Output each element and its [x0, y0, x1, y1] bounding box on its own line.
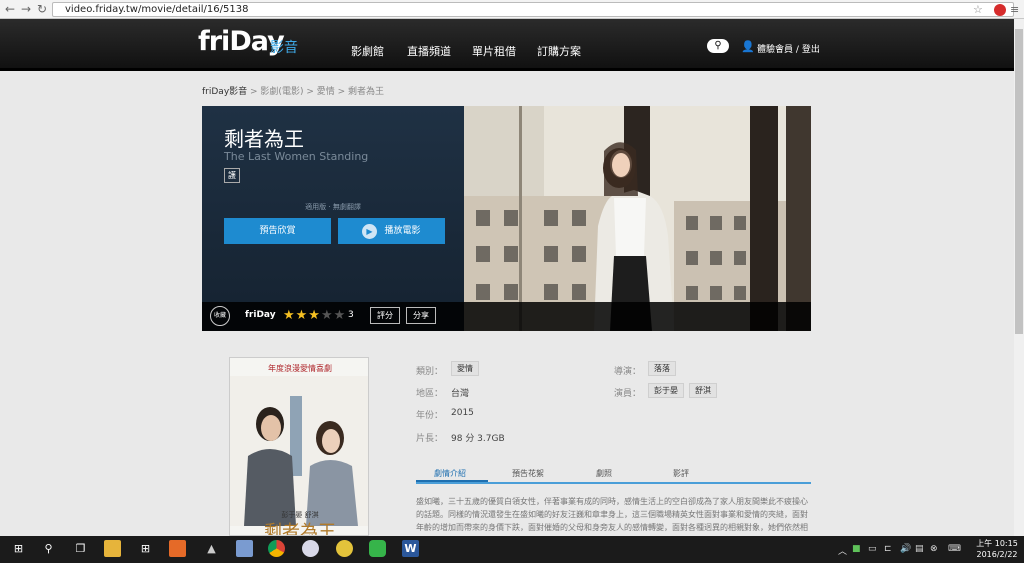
movie-poster: 年度浪漫愛情喜劇 彭于晏 舒淇 剩者為王	[229, 357, 369, 536]
search-icon[interactable]: ⚲	[707, 39, 729, 53]
url-text[interactable]: video.friday.tw/movie/detail/16/5138	[65, 3, 248, 16]
breadcrumb-romance[interactable]: > 愛情	[306, 87, 334, 97]
network-app-icon[interactable]: ▲	[203, 540, 220, 557]
play-movie-button[interactable]: ▶ 播放電影	[338, 218, 445, 244]
star-rating: ★★★★★	[283, 308, 346, 323]
director-label: 導演：	[614, 367, 642, 377]
word-icon[interactable]: W	[402, 540, 419, 557]
chat-app-icon[interactable]	[336, 540, 353, 557]
logo-sub[interactable]: 影音	[270, 37, 298, 57]
genre-label: 類別：	[416, 367, 444, 377]
network-icon[interactable]: ⊏	[884, 544, 892, 554]
genre-tag[interactable]: 愛情	[451, 361, 479, 376]
address-bar[interactable]: video.friday.tw/movie/detail/16/5138 ☆ ≡	[52, 2, 1019, 17]
site-header: friDay 影音 影劇館 直播頻道 單片租借 訂購方案 ⚲ 👤 體驗會員 / …	[0, 19, 1014, 71]
nav-plans[interactable]: 訂購方案	[537, 43, 581, 59]
clock-time: 上午 10:15	[976, 539, 1018, 548]
clock[interactable]: 上午 10:15 2016/2/22	[974, 538, 1020, 560]
director-tag[interactable]: 落落	[648, 361, 676, 376]
breadcrumb-home[interactable]: friDay影音	[202, 87, 247, 97]
movie-still-image	[464, 106, 811, 331]
member-link[interactable]: 體驗會員	[757, 45, 793, 55]
user-menu: 體驗會員 / 登出	[757, 42, 820, 55]
nav-live[interactable]: 直播頻道	[407, 43, 451, 59]
stars-empty: ★★	[320, 308, 347, 323]
movie-hero: 剩者為王 The Last Women Standing 護 適用版 · 無劇翻…	[202, 106, 811, 331]
browser-toolbar: ← → ↻ video.friday.tw/movie/detail/16/51…	[0, 0, 1024, 19]
poster-tagline: 年度浪漫愛情喜劇	[268, 364, 332, 373]
nav-rental[interactable]: 單片租借	[472, 43, 516, 59]
poster-title: 剩者為王	[264, 522, 336, 536]
cast-label: 演員：	[614, 389, 642, 399]
friday-brand: friDay	[245, 310, 276, 320]
close-icon[interactable]: ⊗	[930, 544, 938, 554]
windows-taskbar: ⊞ ⚲ ❐ ⊞ ▲ W ︿ ■ ▭ ⊏ 🔊 ▤ ⊗ ⌨ 上午 10:15 201…	[0, 536, 1024, 563]
synopsis-text: 盛如曦，三十五歲的優質白領女性，伴著事業有成的同時，感情生活上的空白卻成為了家人…	[416, 497, 808, 532]
search-icon[interactable]: ⚲	[40, 540, 57, 557]
volume-icon[interactable]: 🔊	[900, 544, 911, 554]
breadcrumb: friDay影音 > 影劇(電影) > 愛情 > 剩者為王	[202, 84, 384, 97]
menu-icon[interactable]: ≡	[1010, 3, 1019, 16]
document-app-icon[interactable]	[236, 540, 253, 557]
media-player-icon[interactable]	[169, 540, 186, 557]
task-view-icon[interactable]: ❐	[72, 540, 89, 557]
breadcrumb-current: > 剩者為王	[337, 87, 385, 97]
user-icon: 👤	[741, 40, 755, 53]
store-icon[interactable]: ⊞	[137, 540, 154, 557]
cast-tag[interactable]: 舒淇	[689, 383, 717, 398]
favorite-button[interactable]: 收藏	[210, 306, 230, 326]
battery-icon[interactable]: ▭	[868, 544, 877, 554]
file-explorer-icon[interactable]	[104, 540, 121, 557]
keyboard-icon[interactable]: ⌨	[948, 544, 961, 554]
notification-icon[interactable]: ▤	[915, 544, 924, 554]
tab-trailers[interactable]: 預告花絮	[512, 468, 544, 479]
nav-drama[interactable]: 影劇館	[351, 43, 384, 59]
separator: /	[795, 45, 799, 55]
back-icon[interactable]: ←	[3, 2, 17, 16]
rating-badge: 護	[224, 168, 240, 183]
rate-button[interactable]: 評分	[370, 307, 400, 324]
hero-info-panel: 剩者為王 The Last Women Standing 護 適用版 · 無劇翻…	[202, 106, 464, 331]
tab-stills[interactable]: 劇照	[596, 468, 612, 479]
subtitle-note: 適用版 · 無劇翻譯	[305, 203, 361, 211]
tray-app-icon[interactable]: ■	[852, 544, 861, 554]
movie-title-en: The Last Women Standing	[224, 150, 369, 163]
bookmark-star-icon[interactable]: ☆	[973, 3, 983, 16]
itunes-icon[interactable]	[302, 540, 319, 557]
chrome-icon[interactable]	[268, 540, 285, 557]
share-button[interactable]: 分享	[406, 307, 436, 324]
reload-icon[interactable]: ↻	[35, 2, 49, 16]
active-tab-underline	[416, 480, 488, 482]
extension-icon[interactable]	[994, 4, 1006, 16]
scrollbar[interactable]	[1014, 19, 1024, 536]
year-label: 年份：	[416, 411, 444, 421]
length-value: 98 分 3.7GB	[451, 434, 505, 444]
forward-icon[interactable]: →	[19, 2, 33, 16]
scrollbar-thumb[interactable]	[1015, 29, 1023, 334]
logout-link[interactable]: 登出	[802, 45, 820, 55]
tab-synopsis[interactable]: 劇情介紹	[434, 468, 466, 479]
region-value: 台灣	[451, 389, 470, 399]
start-icon[interactable]: ⊞	[10, 540, 27, 557]
tab-reviews[interactable]: 影評	[673, 468, 689, 479]
length-label: 片長：	[416, 434, 444, 444]
trailer-button[interactable]: 預告欣賞	[224, 218, 331, 244]
rating-score: 3	[348, 310, 354, 320]
play-icon: ▶	[362, 224, 377, 239]
stars-filled: ★★★	[283, 308, 321, 323]
breadcrumb-movie[interactable]: > 影劇(電影)	[250, 87, 303, 97]
line-icon[interactable]	[369, 540, 386, 557]
cast-tag[interactable]: 彭于晏	[648, 383, 684, 398]
tray-chevron-icon[interactable]: ︿	[838, 544, 847, 557]
hero-action-bar: 收藏 friDay ★★★★★ 3 評分 分享	[202, 302, 811, 331]
region-label: 地區：	[416, 389, 444, 399]
clock-date: 2016/2/22	[976, 550, 1018, 559]
year-value: 2015	[451, 408, 474, 418]
detail-tabs: 劇情介紹 預告花絮 劇照 影評	[416, 466, 811, 484]
movie-title: 剩者為王	[224, 127, 304, 151]
